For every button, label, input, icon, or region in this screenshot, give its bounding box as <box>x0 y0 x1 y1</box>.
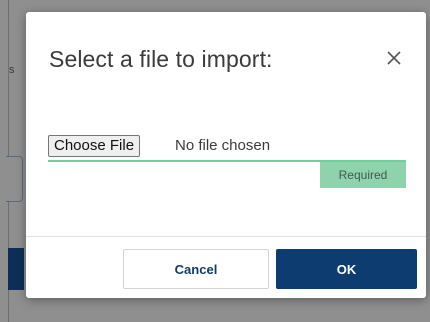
background-field-fragment <box>6 156 23 202</box>
footer-divider <box>26 236 426 237</box>
import-file-dialog: Select a file to import: Choose File No … <box>26 12 426 298</box>
choose-file-button[interactable]: Choose File <box>48 135 141 157</box>
file-input: Choose File No file chosen <box>48 134 408 160</box>
background-partial-text: s <box>9 64 15 76</box>
file-status-text: No file chosen <box>175 137 271 154</box>
close-button[interactable] <box>384 48 404 68</box>
dialog-title: Select a file to import: <box>49 46 273 72</box>
required-badge: Required <box>320 162 406 188</box>
ok-button[interactable]: OK <box>276 249 417 289</box>
background-button-fragment <box>8 248 24 290</box>
cancel-button[interactable]: Cancel <box>123 249 269 289</box>
close-icon <box>387 51 401 65</box>
